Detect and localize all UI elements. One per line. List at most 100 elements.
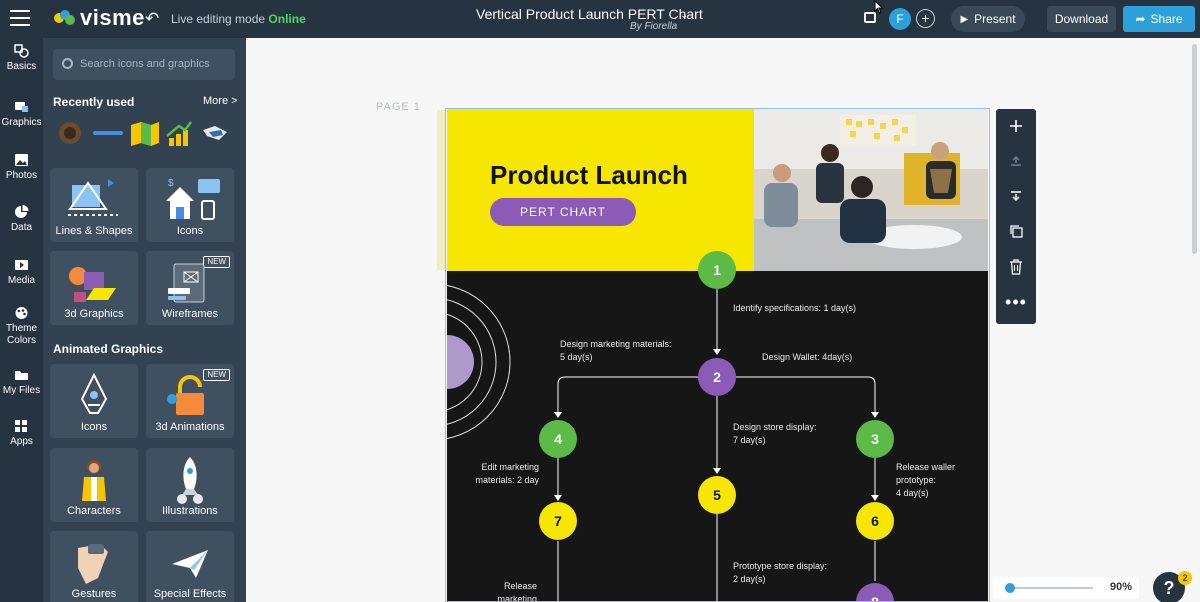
rail-item-data[interactable]: Data xyxy=(0,205,43,234)
svg-text:$: $ xyxy=(168,178,174,189)
vertical-scrollbar[interactable] xyxy=(1192,44,1197,254)
label-line: 5 day(s) xyxy=(560,352,593,362)
3d-shapes-icon xyxy=(69,267,116,302)
tile-label: Special Effects xyxy=(153,588,227,600)
apps-icon xyxy=(15,420,27,432)
tile-label: Wireframes xyxy=(161,308,219,320)
label-release-marketing[interactable]: Release marketing xyxy=(487,580,537,602)
tile-characters[interactable]: Characters xyxy=(50,448,138,522)
tile-label: Icons xyxy=(176,225,204,237)
tile-special-effects[interactable]: Special Effects xyxy=(146,531,234,602)
rail-label: Colors xyxy=(7,335,36,346)
tile-lines-and-shapes[interactable]: Lines & Shapes xyxy=(50,168,138,242)
label-edit-marketing[interactable]: Edit marketing materials: 2 day xyxy=(475,461,539,487)
rail-label: Apps xyxy=(10,436,33,447)
tile-3d-animations[interactable]: NEW 3d Animations xyxy=(146,364,234,438)
media-icon xyxy=(15,260,28,270)
tile-3d-graphics[interactable]: 3d Graphics xyxy=(50,251,138,325)
rocket-launch-icon xyxy=(80,372,108,414)
zoom-slider-handle[interactable] xyxy=(1005,583,1016,593)
logo-mark-icon xyxy=(54,10,76,26)
label-line: Release waller xyxy=(896,462,956,472)
rail-item-media[interactable]: Media xyxy=(0,258,43,287)
chevron-down-icon[interactable]: ⌄ xyxy=(680,10,688,21)
move-up-button[interactable] xyxy=(996,154,1036,173)
rail-label: Data xyxy=(10,222,33,233)
mouse-cursor-icon xyxy=(874,0,884,19)
add-collaborator-button[interactable]: + xyxy=(916,9,935,28)
label-prototype-store-display[interactable]: Prototype store display: 2 day(s) xyxy=(733,560,827,586)
trash-icon xyxy=(1010,259,1022,275)
share-label: Share xyxy=(1150,12,1183,26)
animated-graphics-heading: Animated Graphics xyxy=(53,342,164,356)
data-icon xyxy=(15,205,29,218)
menu-icon[interactable] xyxy=(10,10,30,26)
page-label: PAGE 1 xyxy=(376,101,421,113)
present-label: Present xyxy=(974,12,1016,26)
pert-diagram-lines xyxy=(447,284,879,602)
rail-item-apps[interactable]: Apps xyxy=(0,419,43,448)
download-button[interactable]: Download xyxy=(1047,6,1116,32)
label-design-wallet[interactable]: Design Wallet: 4day(s) xyxy=(762,351,852,364)
zoom-slider-track[interactable] xyxy=(1005,587,1093,589)
recent-graphic-map[interactable] xyxy=(131,122,159,146)
live-editing-status: Live editing mode Online xyxy=(171,12,306,26)
move-down-button[interactable] xyxy=(996,189,1036,208)
rail-label: Photos xyxy=(5,170,38,181)
online-status: Online xyxy=(268,12,306,26)
logo-text: visme xyxy=(80,5,145,30)
rail-item-photos[interactable]: Photos xyxy=(0,153,43,182)
recent-graphic-handshake[interactable] xyxy=(203,126,227,140)
share-button[interactable]: ➦ Share xyxy=(1123,6,1195,32)
graphics-panel: Search icons and graphics Recently used … xyxy=(43,38,246,602)
visme-logo[interactable]: visme xyxy=(54,5,145,30)
pert-chart-design[interactable]: Product Launch PERT CHART 1 2 4 3 5 7 6 … xyxy=(447,109,988,602)
label-line: 7 day(s) xyxy=(733,435,766,445)
hand-gesture-icon xyxy=(78,544,108,584)
tile-label: 3d Graphics xyxy=(64,308,124,320)
tile-illustrations[interactable]: Illustrations xyxy=(146,448,234,522)
rail-item-my-files[interactable]: My Files xyxy=(0,368,43,397)
label-identify-specifications[interactable]: Identify specifications: 1 day(s) xyxy=(733,302,856,315)
label-design-marketing[interactable]: Design marketing materials: 5 day(s) xyxy=(560,338,672,364)
document-title[interactable]: Vertical Product Launch PERT Chart xyxy=(476,6,703,22)
rail-item-basics[interactable]: Basics xyxy=(0,44,43,73)
graphics-icon xyxy=(15,102,28,112)
label-release-waller-prototype[interactable]: Release waller prototype: 4 day(s) xyxy=(896,461,955,500)
label-line: 4 day(s) xyxy=(896,488,929,498)
delete-button[interactable] xyxy=(996,259,1036,280)
more-options-icon[interactable]: ••• xyxy=(996,292,1036,313)
user-avatar[interactable]: F xyxy=(889,8,911,30)
tile-wireframes[interactable]: NEW Wireframes xyxy=(146,251,234,325)
present-button[interactable]: ▶ Present xyxy=(951,6,1025,32)
tile-gestures[interactable]: Gestures xyxy=(50,531,138,602)
rail-item-graphics[interactable]: Graphics xyxy=(0,100,43,129)
rocket-icon xyxy=(177,457,203,504)
element-toolbar: ••• xyxy=(996,109,1036,324)
recent-graphic-growth-chart[interactable] xyxy=(166,121,192,146)
label-line: prototype: xyxy=(896,475,937,485)
label-line: Design store display: xyxy=(733,422,817,432)
more-link[interactable]: More > xyxy=(203,95,238,107)
rail-label: Basics xyxy=(6,61,37,72)
pert-node-5[interactable]: 5 xyxy=(698,476,736,514)
arrow-up-icon xyxy=(1011,155,1021,166)
pert-node-2[interactable]: 2 xyxy=(698,358,736,396)
pert-node-1[interactable]: 1 xyxy=(698,251,736,289)
pert-node-7[interactable]: 7 xyxy=(539,502,577,540)
tile-animated-icons[interactable]: Icons xyxy=(50,364,138,438)
rail-label: Theme xyxy=(5,323,38,334)
pert-node-3[interactable]: 3 xyxy=(856,420,894,458)
duplicate-button[interactable] xyxy=(996,224,1036,243)
undo-icon[interactable]: ↶ xyxy=(145,9,159,29)
pert-node-6[interactable]: 6 xyxy=(856,502,894,540)
rail-item-theme-colors[interactable]: Theme Colors xyxy=(0,306,43,347)
selection-side-handle[interactable] xyxy=(437,110,445,270)
label-design-store-display[interactable]: Design store display: 7 day(s) xyxy=(733,421,817,447)
tile-icons[interactable]: $ Icons xyxy=(146,168,234,242)
recent-graphic-wallet[interactable] xyxy=(59,122,81,144)
pert-node-4[interactable]: 4 xyxy=(539,420,577,458)
add-element-button[interactable] xyxy=(996,119,1036,138)
recent-graphic-line[interactable] xyxy=(93,131,123,135)
search-input[interactable]: Search icons and graphics xyxy=(53,49,235,80)
